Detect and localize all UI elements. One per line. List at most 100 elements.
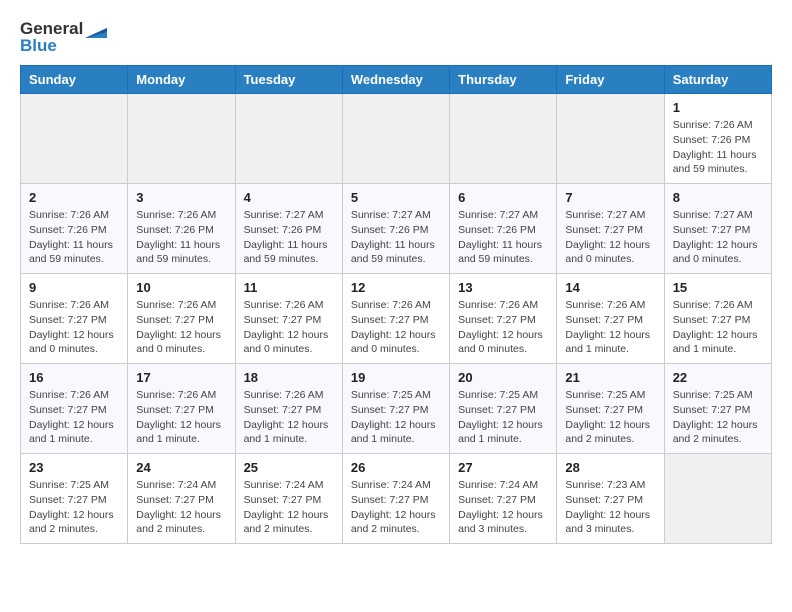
calendar-cell [21, 94, 128, 184]
day-info: Sunrise: 7:26 AM Sunset: 7:27 PM Dayligh… [29, 388, 119, 447]
week-row-3: 9 Sunrise: 7:26 AM Sunset: 7:27 PM Daylig… [21, 274, 772, 364]
day-number: 3 [136, 190, 226, 205]
weekday-header-friday: Friday [557, 66, 664, 94]
calendar-cell: 13 Sunrise: 7:26 AM Sunset: 7:27 PM Dayli… [450, 274, 557, 364]
day-number: 2 [29, 190, 119, 205]
day-number: 12 [351, 280, 441, 295]
day-number: 6 [458, 190, 548, 205]
calendar-cell: 21 Sunrise: 7:25 AM Sunset: 7:27 PM Dayli… [557, 364, 664, 454]
week-row-2: 2 Sunrise: 7:26 AM Sunset: 7:26 PM Daylig… [21, 184, 772, 274]
day-number: 22 [673, 370, 763, 385]
day-info: Sunrise: 7:26 AM Sunset: 7:27 PM Dayligh… [351, 298, 441, 357]
calendar-cell [128, 94, 235, 184]
calendar-cell [450, 94, 557, 184]
day-number: 7 [565, 190, 655, 205]
calendar-cell: 6 Sunrise: 7:27 AM Sunset: 7:26 PM Daylig… [450, 184, 557, 274]
day-number: 13 [458, 280, 548, 295]
day-info: Sunrise: 7:26 AM Sunset: 7:27 PM Dayligh… [244, 298, 334, 357]
weekday-header-sunday: Sunday [21, 66, 128, 94]
day-info: Sunrise: 7:26 AM Sunset: 7:26 PM Dayligh… [136, 208, 226, 267]
calendar-cell: 12 Sunrise: 7:26 AM Sunset: 7:27 PM Dayli… [342, 274, 449, 364]
day-number: 20 [458, 370, 548, 385]
calendar-cell: 17 Sunrise: 7:26 AM Sunset: 7:27 PM Dayli… [128, 364, 235, 454]
day-number: 1 [673, 100, 763, 115]
day-number: 23 [29, 460, 119, 475]
logo-text: General Blue [20, 20, 107, 55]
calendar-cell: 8 Sunrise: 7:27 AM Sunset: 7:27 PM Daylig… [664, 184, 771, 274]
day-info: Sunrise: 7:26 AM Sunset: 7:27 PM Dayligh… [136, 298, 226, 357]
calendar-cell: 23 Sunrise: 7:25 AM Sunset: 7:27 PM Dayli… [21, 454, 128, 544]
week-row-5: 23 Sunrise: 7:25 AM Sunset: 7:27 PM Dayli… [21, 454, 772, 544]
calendar-cell: 27 Sunrise: 7:24 AM Sunset: 7:27 PM Dayli… [450, 454, 557, 544]
calendar-cell: 11 Sunrise: 7:26 AM Sunset: 7:27 PM Dayli… [235, 274, 342, 364]
day-info: Sunrise: 7:27 AM Sunset: 7:27 PM Dayligh… [565, 208, 655, 267]
calendar-cell: 3 Sunrise: 7:26 AM Sunset: 7:26 PM Daylig… [128, 184, 235, 274]
day-info: Sunrise: 7:26 AM Sunset: 7:27 PM Dayligh… [565, 298, 655, 357]
calendar-cell: 1Sunrise: 7:26 AM Sunset: 7:26 PM Daylig… [664, 94, 771, 184]
weekday-header-tuesday: Tuesday [235, 66, 342, 94]
day-info: Sunrise: 7:27 AM Sunset: 7:27 PM Dayligh… [673, 208, 763, 267]
day-info: Sunrise: 7:25 AM Sunset: 7:27 PM Dayligh… [565, 388, 655, 447]
day-number: 17 [136, 370, 226, 385]
calendar-cell: 24 Sunrise: 7:24 AM Sunset: 7:27 PM Dayli… [128, 454, 235, 544]
day-info: Sunrise: 7:24 AM Sunset: 7:27 PM Dayligh… [136, 478, 226, 537]
day-info: Sunrise: 7:26 AM Sunset: 7:27 PM Dayligh… [136, 388, 226, 447]
weekday-header-wednesday: Wednesday [342, 66, 449, 94]
day-number: 8 [673, 190, 763, 205]
week-row-1: 1Sunrise: 7:26 AM Sunset: 7:26 PM Daylig… [21, 94, 772, 184]
calendar-cell: 10 Sunrise: 7:26 AM Sunset: 7:27 PM Dayli… [128, 274, 235, 364]
calendar-cell: 9 Sunrise: 7:26 AM Sunset: 7:27 PM Daylig… [21, 274, 128, 364]
day-info: Sunrise: 7:26 AM Sunset: 7:27 PM Dayligh… [458, 298, 548, 357]
day-info: Sunrise: 7:27 AM Sunset: 7:26 PM Dayligh… [458, 208, 548, 267]
calendar: SundayMondayTuesdayWednesdayThursdayFrid… [20, 65, 772, 544]
calendar-cell [342, 94, 449, 184]
weekday-header-monday: Monday [128, 66, 235, 94]
day-info: Sunrise: 7:26 AM Sunset: 7:27 PM Dayligh… [244, 388, 334, 447]
weekday-header-row: SundayMondayTuesdayWednesdayThursdayFrid… [21, 66, 772, 94]
logo-blue: Blue [20, 37, 107, 56]
calendar-cell: 19Sunrise: 7:25 AM Sunset: 7:27 PM Dayli… [342, 364, 449, 454]
day-number: 5 [351, 190, 441, 205]
calendar-cell: 2Sunrise: 7:26 AM Sunset: 7:26 PM Daylig… [21, 184, 128, 274]
day-info: Sunrise: 7:25 AM Sunset: 7:27 PM Dayligh… [458, 388, 548, 447]
day-info: Sunrise: 7:25 AM Sunset: 7:27 PM Dayligh… [673, 388, 763, 447]
day-number: 25 [244, 460, 334, 475]
day-number: 11 [244, 280, 334, 295]
day-info: Sunrise: 7:27 AM Sunset: 7:26 PM Dayligh… [244, 208, 334, 267]
day-number: 26 [351, 460, 441, 475]
day-number: 16 [29, 370, 119, 385]
calendar-cell: 16 Sunrise: 7:26 AM Sunset: 7:27 PM Dayli… [21, 364, 128, 454]
calendar-cell: 26 Sunrise: 7:24 AM Sunset: 7:27 PM Dayli… [342, 454, 449, 544]
day-info: Sunrise: 7:26 AM Sunset: 7:27 PM Dayligh… [29, 298, 119, 357]
day-number: 21 [565, 370, 655, 385]
calendar-cell: 4 Sunrise: 7:27 AM Sunset: 7:26 PM Daylig… [235, 184, 342, 274]
calendar-cell: 18 Sunrise: 7:26 AM Sunset: 7:27 PM Dayli… [235, 364, 342, 454]
day-number: 18 [244, 370, 334, 385]
day-info: Sunrise: 7:23 AM Sunset: 7:27 PM Dayligh… [565, 478, 655, 537]
day-number: 19 [351, 370, 441, 385]
day-info: Sunrise: 7:24 AM Sunset: 7:27 PM Dayligh… [458, 478, 548, 537]
calendar-cell: 15 Sunrise: 7:26 AM Sunset: 7:27 PM Dayli… [664, 274, 771, 364]
day-info: Sunrise: 7:24 AM Sunset: 7:27 PM Dayligh… [244, 478, 334, 537]
week-row-4: 16 Sunrise: 7:26 AM Sunset: 7:27 PM Dayli… [21, 364, 772, 454]
day-info: Sunrise: 7:25 AM Sunset: 7:27 PM Dayligh… [29, 478, 119, 537]
day-number: 24 [136, 460, 226, 475]
weekday-header-saturday: Saturday [664, 66, 771, 94]
calendar-cell: 14 Sunrise: 7:26 AM Sunset: 7:27 PM Dayli… [557, 274, 664, 364]
day-number: 14 [565, 280, 655, 295]
calendar-cell: 7 Sunrise: 7:27 AM Sunset: 7:27 PM Daylig… [557, 184, 664, 274]
calendar-cell: 28 Sunrise: 7:23 AM Sunset: 7:27 PM Dayli… [557, 454, 664, 544]
day-number: 27 [458, 460, 548, 475]
day-info: Sunrise: 7:24 AM Sunset: 7:27 PM Dayligh… [351, 478, 441, 537]
logo-bird-icon [85, 20, 107, 38]
day-number: 28 [565, 460, 655, 475]
day-info: Sunrise: 7:27 AM Sunset: 7:26 PM Dayligh… [351, 208, 441, 267]
weekday-header-thursday: Thursday [450, 66, 557, 94]
day-number: 15 [673, 280, 763, 295]
day-number: 4 [244, 190, 334, 205]
day-info: Sunrise: 7:26 AM Sunset: 7:27 PM Dayligh… [673, 298, 763, 357]
calendar-cell [235, 94, 342, 184]
day-number: 10 [136, 280, 226, 295]
calendar-cell: 22 Sunrise: 7:25 AM Sunset: 7:27 PM Dayli… [664, 364, 771, 454]
day-number: 9 [29, 280, 119, 295]
